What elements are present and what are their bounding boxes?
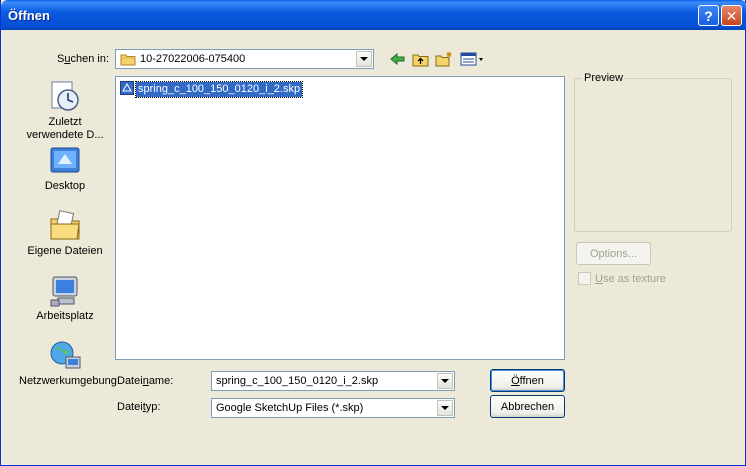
file-list[interactable]: spring_c_100_150_0120_i_2.skp bbox=[115, 76, 565, 360]
preview-pane bbox=[574, 78, 732, 232]
filetype-dropdown-arrow[interactable] bbox=[437, 400, 453, 416]
help-button[interactable]: ? bbox=[698, 5, 719, 26]
sketchup-file-icon bbox=[120, 80, 134, 98]
use-as-texture-label: Use as texture bbox=[595, 272, 666, 285]
place-label: Arbeitsplatz bbox=[36, 310, 94, 322]
place-my-computer[interactable]: Arbeitsplatz bbox=[19, 274, 111, 323]
use-as-texture-checkbox[interactable]: Use as texture bbox=[578, 272, 666, 285]
folder-icon bbox=[120, 52, 136, 69]
close-icon: ✕ bbox=[725, 7, 738, 24]
open-button[interactable]: Öffnen bbox=[490, 369, 565, 392]
close-button[interactable]: ✕ bbox=[721, 5, 742, 26]
desktop-icon bbox=[48, 144, 82, 178]
look-in-label: Suchen in: bbox=[57, 53, 109, 65]
filetype-label: Dateityp: bbox=[117, 401, 161, 413]
open-dialog: Öffnen ? ✕ Suchen in: 10-27022006-075400… bbox=[0, 0, 746, 466]
checkbox-box[interactable] bbox=[578, 272, 591, 285]
filename-dropdown-arrow[interactable] bbox=[437, 373, 453, 389]
look-in-combo[interactable]: 10-27022006-075400 bbox=[115, 49, 374, 69]
filename-input[interactable]: spring_c_100_150_0120_i_2.skp bbox=[211, 371, 455, 391]
file-name: spring_c_100_150_0120_i_2.skp bbox=[134, 80, 304, 98]
place-network[interactable]: Netzwerkumgebung bbox=[19, 339, 117, 388]
new-folder-icon[interactable] bbox=[435, 50, 453, 68]
place-label: Zuletzt verwendete D... bbox=[26, 116, 104, 141]
filename-label: Dateiname: bbox=[117, 375, 174, 387]
filename-value: spring_c_100_150_0120_i_2.skp bbox=[216, 375, 379, 387]
network-places-icon bbox=[48, 339, 82, 373]
place-my-documents[interactable]: Eigene Dateien bbox=[19, 209, 111, 258]
filetype-value: Google SketchUp Files (*.skp) bbox=[216, 402, 364, 414]
view-menu-icon[interactable] bbox=[459, 50, 485, 68]
title-bar[interactable]: Öffnen ? ✕ bbox=[1, 0, 746, 30]
look-in-dropdown-arrow[interactable] bbox=[356, 51, 372, 67]
help-icon: ? bbox=[704, 7, 713, 24]
options-button[interactable]: Options... bbox=[576, 242, 651, 265]
place-label: Desktop bbox=[44, 180, 86, 192]
place-desktop[interactable]: Desktop bbox=[19, 144, 111, 193]
file-item[interactable]: spring_c_100_150_0120_i_2.skp bbox=[120, 80, 304, 98]
up-folder-icon[interactable] bbox=[412, 50, 430, 68]
recent-documents-icon bbox=[48, 80, 82, 114]
my-computer-icon bbox=[48, 274, 82, 308]
back-arrow-icon[interactable] bbox=[389, 50, 407, 68]
dialog-title: Öffnen bbox=[8, 8, 50, 23]
place-recent[interactable]: Zuletzt verwendete D... bbox=[19, 80, 111, 142]
cancel-button[interactable]: Abbrechen bbox=[490, 395, 565, 418]
filetype-select[interactable]: Google SketchUp Files (*.skp) bbox=[211, 398, 455, 418]
preview-label: Preview bbox=[582, 72, 626, 84]
place-label: Eigene Dateien bbox=[27, 245, 103, 257]
my-documents-icon bbox=[48, 209, 82, 243]
look-in-value: 10-27022006-075400 bbox=[140, 53, 246, 65]
place-label: Netzwerkumgebung bbox=[19, 375, 117, 387]
